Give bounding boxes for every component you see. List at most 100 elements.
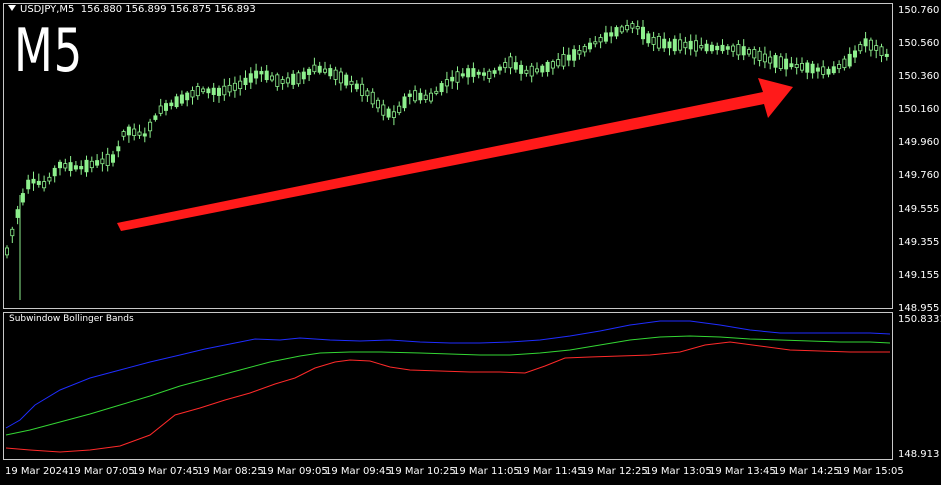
price-axis-label: 148.955 xyxy=(898,303,940,314)
candle-body xyxy=(582,46,587,53)
candle-body xyxy=(810,63,815,74)
candle-body xyxy=(407,93,412,97)
candle-body xyxy=(280,79,285,84)
candle-body xyxy=(349,80,354,86)
candle-body xyxy=(460,73,465,77)
candle-body xyxy=(434,90,439,94)
candle-body xyxy=(381,104,386,116)
candle-body xyxy=(789,63,794,68)
candle-body xyxy=(588,42,593,50)
candle-body xyxy=(439,83,444,93)
candle-body xyxy=(619,26,624,33)
candle-body xyxy=(116,146,121,152)
candle-body xyxy=(535,68,540,73)
candle-body xyxy=(111,154,116,163)
candle-body xyxy=(365,90,370,97)
candle-body xyxy=(625,25,630,31)
time-axis-label: 19 Mar 2024 xyxy=(5,466,69,477)
candle-body xyxy=(63,163,68,169)
candle-body xyxy=(423,94,428,100)
candle-body xyxy=(821,66,826,75)
price-axis-label: 150.160 xyxy=(898,104,940,115)
candle-body xyxy=(15,209,20,218)
candle-body xyxy=(826,68,831,75)
candle-body xyxy=(142,133,147,137)
candle-body xyxy=(269,75,274,81)
candle-body xyxy=(487,70,492,79)
candle-body xyxy=(232,82,237,91)
candle-body xyxy=(126,126,131,136)
candle-body xyxy=(296,72,301,85)
time-axis-label: 19 Mar 09:05 xyxy=(261,466,328,477)
candle-body xyxy=(179,94,184,104)
candle-body xyxy=(52,167,57,177)
candle-body xyxy=(503,62,508,69)
candle-body xyxy=(428,92,433,102)
candle-body xyxy=(163,103,168,111)
trend-arrow-annotation xyxy=(117,78,793,231)
time-axis-label: 19 Mar 13:05 xyxy=(645,466,712,477)
candle-body xyxy=(391,111,396,118)
candle-body xyxy=(646,33,651,44)
candle-body xyxy=(264,70,269,81)
candle-body xyxy=(603,32,608,42)
time-axis-label: 19 Mar 15:05 xyxy=(837,466,904,477)
candle-body xyxy=(837,64,842,70)
candle-body xyxy=(201,88,206,93)
price-chart-canvas[interactable] xyxy=(0,0,941,485)
candle-body xyxy=(863,38,868,47)
candle-body xyxy=(858,44,863,52)
candle-body xyxy=(635,26,640,30)
candle-body xyxy=(338,71,343,84)
candle-body xyxy=(593,41,598,45)
candle-body xyxy=(137,131,142,136)
candle-body xyxy=(773,55,778,68)
candle-body xyxy=(58,161,63,169)
candle-body xyxy=(762,53,767,63)
candle-body xyxy=(694,40,699,52)
candle-body xyxy=(344,74,349,86)
candle-body xyxy=(805,62,810,73)
candle-body xyxy=(656,35,661,49)
candle-body xyxy=(508,56,513,69)
candle-body xyxy=(418,92,423,101)
candle-body xyxy=(386,108,391,118)
candle-body xyxy=(794,64,799,69)
candle-body xyxy=(455,71,460,83)
candle-body xyxy=(42,181,47,189)
candle-body xyxy=(36,180,41,185)
candle-body xyxy=(317,65,322,73)
candle-body xyxy=(84,159,89,173)
time-axis-label: 19 Mar 14:25 xyxy=(773,466,840,477)
candle-body xyxy=(307,68,312,75)
candle-body xyxy=(450,76,455,82)
price-axis-label: 149.555 xyxy=(898,204,940,215)
time-axis-label: 19 Mar 09:45 xyxy=(325,466,392,477)
candle-body xyxy=(757,50,762,61)
candle-body xyxy=(815,67,820,72)
candle-body xyxy=(800,63,805,71)
candle-body xyxy=(831,66,836,74)
candle-body xyxy=(169,102,174,107)
candle-body xyxy=(667,41,672,49)
candle-body xyxy=(132,128,137,136)
candle-body xyxy=(95,160,100,166)
candle-body xyxy=(121,131,126,137)
candle-body xyxy=(561,54,566,67)
candle-body xyxy=(158,105,163,114)
candle-body xyxy=(868,39,873,51)
candle-body xyxy=(360,83,365,96)
candle-body xyxy=(699,45,704,49)
candle-body xyxy=(5,247,10,256)
candle-body xyxy=(736,44,741,56)
candle-body xyxy=(354,83,359,90)
price-axis-label: 150.560 xyxy=(898,38,940,49)
candle-body xyxy=(397,105,402,114)
candle-body xyxy=(312,64,317,73)
candle-body xyxy=(259,71,264,75)
candle-body xyxy=(20,193,25,203)
subwindow-axis-bottom: 148.913 xyxy=(898,449,940,460)
candle-body xyxy=(89,160,94,169)
candle-body xyxy=(333,69,338,80)
candle-body xyxy=(190,90,195,98)
